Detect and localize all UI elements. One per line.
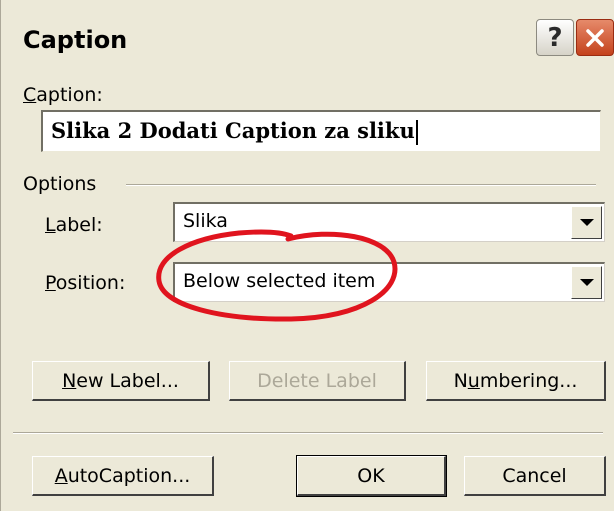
label-select-value: Slika [183, 210, 228, 232]
numbering-button[interactable]: Nu mbering... [426, 361, 606, 401]
label-select[interactable]: Slika [173, 202, 605, 242]
chevron-down-icon [579, 279, 594, 286]
position-select[interactable]: Below selected item [173, 262, 605, 302]
cancel-button[interactable]: Cancel [464, 456, 606, 496]
caption-text: Slika 2 Dodati Caption za sliku [51, 118, 415, 143]
options-group-label: Options [23, 173, 97, 195]
options-group-divider [126, 184, 596, 186]
new-label-button[interactable]: New Label... [32, 361, 210, 401]
label-field-label: Label: [45, 214, 103, 236]
separator [13, 432, 603, 434]
close-icon [586, 28, 604, 47]
title-bar: Caption ? [1, 0, 614, 82]
chevron-down-icon [579, 219, 594, 226]
dialog-title: Caption [23, 26, 128, 54]
close-button[interactable] [576, 19, 614, 56]
caption-dialog: Caption ? Caption: Slika 2 Dodati Captio… [0, 0, 614, 511]
label-dropdown-button[interactable] [571, 206, 602, 239]
caption-input[interactable]: Slika 2 Dodati Caption za sliku [41, 110, 601, 152]
question-icon: ? [547, 22, 563, 53]
position-field-label: Position: [45, 272, 126, 294]
position-select-value: Below selected item [183, 270, 376, 292]
text-caret [415, 120, 418, 145]
help-button[interactable]: ? [536, 19, 574, 56]
position-dropdown-button[interactable] [571, 266, 602, 299]
autocaption-button[interactable]: AutoCaption... [32, 456, 214, 496]
delete-label-button[interactable]: Delete Label [229, 361, 406, 401]
caption-label: Caption: [23, 84, 103, 106]
ok-button[interactable]: OK [296, 455, 447, 497]
